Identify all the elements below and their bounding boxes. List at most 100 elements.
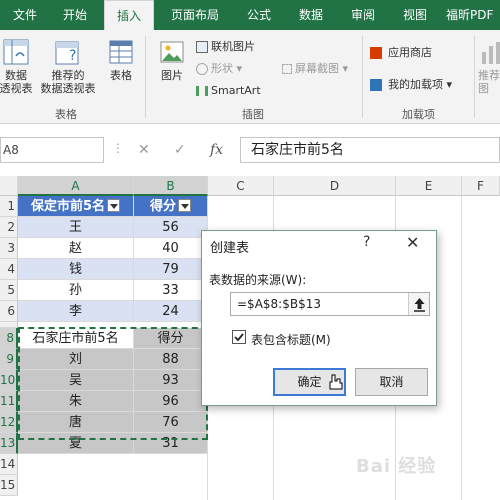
confirm-entry-icon[interactable]: ✓ — [174, 137, 186, 163]
pivot-table-label: 数据 透视表 — [0, 69, 33, 95]
table-cell[interactable]: 孙 — [18, 280, 134, 301]
table-cell[interactable]: 56 — [134, 217, 208, 238]
online-pictures-button[interactable]: 联机图片 — [196, 38, 255, 56]
row-header[interactable]: 8 — [0, 328, 18, 349]
recommended-charts-button[interactable]: 推荐 图 — [478, 38, 500, 95]
row-header[interactable]: 13 — [0, 433, 18, 454]
row-header[interactable]: 14 — [0, 454, 18, 475]
my-addins-button[interactable]: 我的加载项 ▾ — [370, 76, 452, 94]
table-header-cell[interactable]: 保定市前5名 — [18, 196, 134, 217]
table-cell[interactable]: 赵 — [18, 238, 134, 259]
row-header[interactable]: 9 — [0, 349, 18, 370]
group-separator — [362, 36, 363, 118]
screenshot-icon — [282, 64, 292, 74]
pivot-table-button[interactable]: 数据 透视表 — [0, 38, 36, 95]
shapes-button[interactable]: 形状 ▾ — [196, 60, 242, 78]
formula-input[interactable]: 石家庄市前5名 — [240, 137, 500, 163]
help-icon[interactable]: ? — [363, 234, 370, 250]
table-cell[interactable]: 得分 — [134, 328, 208, 349]
source-range-input[interactable]: =$A$8:$B$13 — [230, 292, 430, 316]
tab-foxit-pdf[interactable]: 福昕PDF — [446, 0, 500, 30]
table-cell[interactable]: 96 — [134, 391, 208, 412]
close-icon[interactable]: ✕ — [406, 233, 419, 252]
tab-file[interactable]: 文件 — [0, 0, 50, 30]
row-header[interactable]: 12 — [0, 412, 18, 433]
group-addins-label: 加载项 — [402, 108, 435, 121]
row-header[interactable]: 15 — [0, 475, 18, 496]
picture-icon — [160, 41, 184, 63]
insert-function-icon[interactable]: fx — [210, 137, 223, 163]
table-cell[interactable]: 刘 — [18, 349, 134, 370]
tab-view[interactable]: 视图 — [392, 0, 438, 30]
has-headers-checkbox[interactable] — [232, 330, 246, 344]
smartart-icon — [196, 86, 208, 96]
tab-home[interactable]: 开始 — [50, 0, 100, 30]
column-header-a[interactable]: A — [18, 176, 134, 196]
picture-button[interactable]: 图片 — [154, 38, 190, 82]
row-header[interactable]: 4 — [0, 259, 18, 280]
row-header[interactable]: 11 — [0, 391, 18, 412]
row-header[interactable]: 10 — [0, 370, 18, 391]
table-cell[interactable]: 24 — [134, 301, 208, 322]
smartart-button[interactable]: SmartArt — [196, 82, 261, 100]
column-header-f[interactable]: F — [462, 176, 500, 196]
select-all-corner[interactable] — [0, 176, 18, 196]
table-cell[interactable]: 朱 — [18, 391, 134, 412]
collapse-arrow-icon — [414, 298, 425, 312]
table-icon — [109, 40, 133, 64]
row-header[interactable]: 2 — [0, 217, 18, 238]
recommended-pivot-button[interactable]: ? 推荐的 数据透视表 — [37, 38, 99, 95]
filter-dropdown-icon[interactable] — [178, 199, 191, 212]
table-cell[interactable]: 76 — [134, 412, 208, 433]
app-store-button[interactable]: 应用商店 — [370, 44, 432, 62]
table-cell[interactable]: 李 — [18, 301, 134, 322]
create-table-dialog: 创建表 ? ✕ 表数据的来源(W): =$A$8:$B$13 表包含标题(M) … — [201, 230, 437, 406]
row-header[interactable]: 5 — [0, 280, 18, 301]
row-header[interactable]: 3 — [0, 238, 18, 259]
table-cell[interactable]: 夏 — [18, 433, 134, 454]
table-cell[interactable]: 唐 — [18, 412, 134, 433]
has-headers-label[interactable]: 表包含标题(M) — [251, 331, 331, 348]
column-header-e[interactable]: E — [396, 176, 462, 196]
tab-formulas[interactable]: 公式 — [236, 0, 282, 30]
mouse-cursor-icon — [329, 374, 343, 390]
table-cell[interactable]: 40 — [134, 238, 208, 259]
table-cell[interactable]: 79 — [134, 259, 208, 280]
app-store-label: 应用商店 — [388, 46, 432, 59]
tab-data[interactable]: 数据 — [288, 0, 334, 30]
row-header[interactable]: 1 — [0, 196, 18, 217]
shapes-label: 形状 — [211, 62, 233, 75]
table-cell[interactable]: 王 — [18, 217, 134, 238]
name-box[interactable]: A8 — [0, 137, 104, 163]
table-cell[interactable]: 93 — [134, 370, 208, 391]
table-cell[interactable]: 33 — [134, 280, 208, 301]
table-header-cell[interactable]: 得分 — [134, 196, 208, 217]
table-cell[interactable]: 吴 — [18, 370, 134, 391]
my-addins-label: 我的加载项 — [388, 78, 443, 91]
addins-icon — [370, 79, 382, 91]
screenshot-button[interactable]: 屏幕截图 ▾ — [282, 60, 348, 78]
online-pictures-label: 联机图片 — [211, 40, 255, 53]
cancel-entry-icon[interactable]: ✕ — [138, 137, 150, 163]
group-tables-label: 表格 — [55, 108, 77, 121]
recommended-pivot-label: 推荐的 数据透视表 — [40, 69, 96, 95]
table-cell[interactable]: 钱 — [18, 259, 134, 280]
row-header[interactable]: 6 — [0, 301, 18, 322]
collapse-dialog-button[interactable] — [408, 293, 429, 315]
recommended-pivot-icon: ? — [55, 41, 79, 65]
tab-page-layout[interactable]: 页面布局 — [160, 0, 230, 30]
table-cell[interactable]: 31 — [134, 433, 208, 454]
recommended-charts-label: 推荐 图 — [478, 69, 500, 95]
table-label: 表格 — [110, 69, 132, 82]
column-header-d[interactable]: D — [274, 176, 396, 196]
tab-insert[interactable]: 插入 — [104, 0, 154, 30]
column-header-c[interactable]: C — [208, 176, 274, 196]
table-button[interactable]: 表格 — [102, 38, 140, 82]
table-cell[interactable]: 88 — [134, 349, 208, 370]
filter-dropdown-icon[interactable] — [107, 199, 121, 212]
cancel-button[interactable]: 取消 — [355, 368, 428, 396]
column-header-b[interactable]: B — [134, 176, 208, 196]
ribbon-insert-panel: 数据 透视表 ? 推荐的 数据透视表 表格 表格 图片 联机图片 形状 ▾ Sm… — [0, 30, 500, 124]
tab-review[interactable]: 审阅 — [340, 0, 386, 30]
active-cell-a8[interactable]: 石家庄市前5名 — [18, 328, 134, 349]
